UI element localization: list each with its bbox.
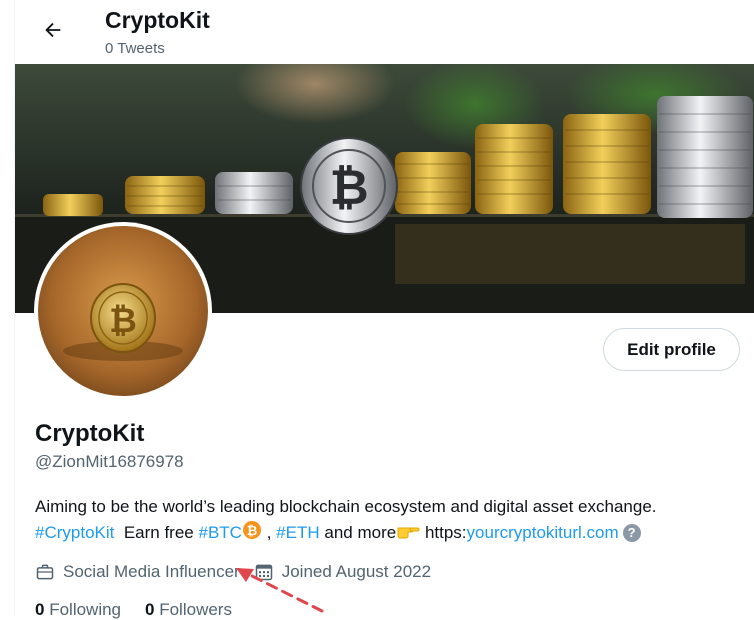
profile-bio: Aiming to be the world’s leading blockch… xyxy=(35,494,735,548)
link-prefix: https: xyxy=(424,523,467,542)
bitcoin-emoji: ₿ xyxy=(242,520,262,548)
following-link[interactable]: 0 Following xyxy=(35,600,121,620)
svg-text:₿: ₿ xyxy=(247,524,258,539)
back-arrow-icon xyxy=(45,22,61,38)
hashtag-btc[interactable]: #BTC xyxy=(199,523,242,542)
annotation-arrow-icon xyxy=(236,568,324,613)
followers-link[interactable]: 0 Followers xyxy=(145,600,232,620)
svg-text:₿: ₿ xyxy=(329,160,368,216)
category-label: Social Media Influencer xyxy=(63,562,240,581)
help-icon[interactable]: ? xyxy=(622,524,641,542)
briefcase-icon xyxy=(36,564,54,580)
avatar[interactable]: ₿ xyxy=(34,222,212,400)
hashtag-eth[interactable]: #ETH xyxy=(276,523,319,542)
profile-header: CryptoKit 0 Tweets xyxy=(15,0,754,64)
followers-count: 0 xyxy=(145,600,155,619)
comma-text: , xyxy=(266,523,272,542)
profile-link[interactable]: yourcryptokiturl.com xyxy=(467,523,619,542)
earn-free-text: Earn free xyxy=(123,523,194,542)
profile-category: Social Media Influencer xyxy=(35,562,240,582)
back-button[interactable] xyxy=(35,12,71,48)
bio-line-1: Aiming to be the world’s leading blockch… xyxy=(35,497,657,516)
pointing-hand-emoji xyxy=(396,522,420,548)
display-name: CryptoKit xyxy=(35,420,145,447)
edit-profile-button[interactable]: Edit profile xyxy=(603,328,740,371)
following-count: 0 xyxy=(35,600,45,619)
svg-text:₿: ₿ xyxy=(109,301,137,341)
hashtag-cryptokit[interactable]: #CryptoKit xyxy=(35,523,114,542)
bio-line-2: #CryptoKit Earn free #BTC ₿ , #ETH and mo… xyxy=(35,520,735,548)
and-more-text: and more xyxy=(324,523,397,542)
header-title: CryptoKit xyxy=(105,7,210,33)
user-handle: @ZionMit16876978 xyxy=(35,452,184,471)
tweet-count: 0 Tweets xyxy=(105,40,165,57)
following-label: Following xyxy=(49,600,122,619)
